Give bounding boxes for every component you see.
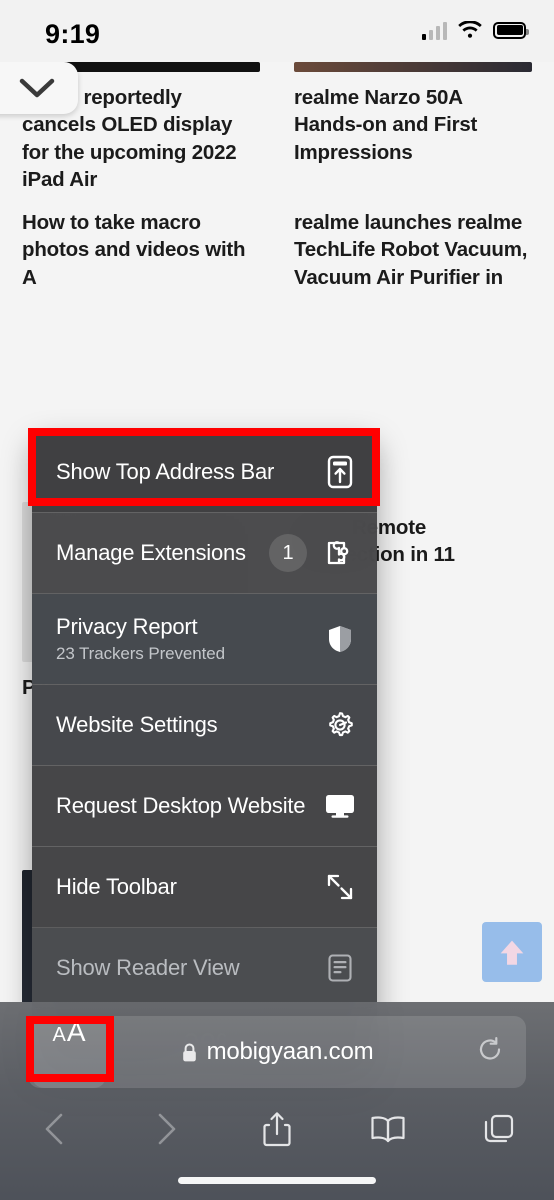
home-indicator [178, 1177, 376, 1184]
menu-item-label: Hide Toolbar [56, 874, 177, 899]
status-time: 9:19 [45, 19, 101, 49]
forward-button[interactable] [111, 1111, 222, 1147]
iphone-safari-screen: Apple reportedly cancels OLED display fo… [0, 0, 554, 1200]
chevron-right-icon [158, 1113, 176, 1145]
share-button[interactable] [222, 1110, 333, 1148]
article-headline: realme launches realme TechLife Robot Va… [294, 211, 528, 289]
menu-item-show-reader-view[interactable]: Show Reader View [32, 928, 377, 1008]
monitor-icon [323, 792, 357, 820]
expand-arrows-icon [323, 872, 357, 902]
aa-button[interactable]: A A [32, 1016, 106, 1088]
back-button[interactable] [0, 1111, 111, 1147]
aa-small-label: A [52, 1024, 66, 1046]
book-icon [371, 1116, 405, 1143]
browser-bottom-bar: mobigyaan.com A A [0, 1002, 554, 1200]
status-bar: 9:19 [0, 0, 554, 62]
menu-item-manage-extensions[interactable]: Manage Extensions 1 [32, 513, 377, 593]
menu-item-label: Manage Extensions [56, 540, 246, 565]
share-icon [263, 1112, 291, 1147]
menu-item-label: Website Settings [56, 712, 218, 737]
lock-icon [181, 1042, 198, 1063]
tabs-icon [484, 1114, 513, 1143]
menu-item-sublabel: 23 Trackers Prevented [56, 644, 225, 663]
chevron-left-icon [46, 1113, 63, 1145]
article-thumbnail [294, 62, 532, 72]
article-headline: How to take macro photos and videos with… [22, 211, 246, 289]
safari-page-settings-menu[interactable]: Show Top Address Bar Manage Extensions 1 [32, 432, 377, 1081]
article-card[interactable]: realme Narzo 50A Hands-on and First Impr… [294, 62, 532, 166]
reader-view-icon [323, 953, 357, 983]
menu-item-website-settings[interactable]: Website Settings [32, 685, 377, 765]
menu-item-label: Privacy Report [56, 614, 198, 639]
gear-icon [323, 710, 357, 740]
battery-icon [493, 21, 529, 39]
bookmarks-button[interactable] [332, 1114, 443, 1144]
pull-down-handle[interactable] [0, 62, 78, 114]
menu-item-show-top-address-bar[interactable]: Show Top Address Bar [32, 432, 377, 512]
address-bar-host: mobigyaan.com [206, 1038, 374, 1065]
menu-item-request-desktop-website[interactable]: Request Desktop Website [32, 766, 377, 846]
status-indicators [421, 20, 529, 40]
menu-item-hide-toolbar[interactable]: Hide Toolbar [32, 847, 377, 927]
reload-button[interactable] [476, 1036, 504, 1069]
scroll-to-top-button[interactable] [482, 922, 542, 982]
browser-toolbar [0, 1098, 554, 1160]
address-bar-top-icon [323, 455, 357, 489]
extensions-count-badge: 1 [269, 534, 307, 572]
address-bar-row: mobigyaan.com A A [0, 1016, 554, 1088]
article-card[interactable]: How to take macro photos and videos with… [22, 197, 260, 291]
puzzle-piece-icon [323, 539, 357, 567]
menu-item-label: Request Desktop Website [56, 793, 306, 818]
tabs-button[interactable] [443, 1112, 554, 1146]
shield-icon [323, 624, 357, 654]
arrow-up-icon [500, 940, 524, 965]
menu-item-privacy-report[interactable]: Privacy Report 23 Trackers Prevented [32, 594, 377, 684]
wifi-icon [458, 20, 482, 38]
menu-item-label: Show Top Address Bar [56, 459, 275, 484]
menu-item-label: Show Reader View [56, 955, 240, 980]
article-headline: realme Narzo 50A Hands-on and First Impr… [294, 86, 478, 164]
chevron-down-icon [19, 78, 55, 98]
cellular-signal-icon [421, 20, 447, 40]
article-card[interactable]: realme launches realme TechLife Robot Va… [294, 197, 532, 291]
aa-large-label: A [66, 1016, 86, 1047]
